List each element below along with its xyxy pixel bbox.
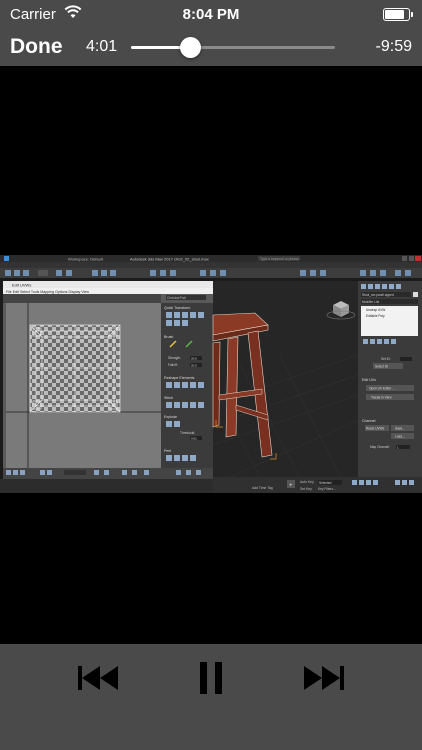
uv-editor-menu: File Edit Select Tools Mapping Options D… bbox=[6, 290, 89, 294]
set-id-label: Set ID: bbox=[381, 357, 391, 361]
search-box: Type a keyword or phrase bbox=[260, 257, 299, 261]
selected-dropdown: Selected bbox=[319, 481, 332, 485]
open-uv-editor-button: Open UV Editor ... bbox=[369, 387, 395, 391]
stack-unwrap: Unwrap UVW bbox=[366, 308, 385, 312]
svg-text:+: + bbox=[289, 483, 293, 489]
section-reshape: Reshape Elements bbox=[164, 376, 195, 380]
elapsed-time: 4:01 bbox=[86, 38, 118, 55]
done-button[interactable]: Done bbox=[10, 35, 63, 59]
next-track-button[interactable] bbox=[292, 658, 352, 698]
add-time-tag: Add Time Tag bbox=[252, 486, 273, 490]
status-time: 8:04 PM bbox=[182, 6, 240, 23]
player-controls bbox=[0, 644, 422, 750]
falloff-value: 20.0 bbox=[191, 363, 197, 367]
strength-value: 20.0 bbox=[191, 356, 197, 360]
next-track-icon bbox=[304, 666, 344, 690]
scrubber-track[interactable] bbox=[131, 37, 335, 58]
threshold-label: Threshold: bbox=[180, 431, 195, 435]
scrubber-thumb[interactable] bbox=[180, 37, 202, 58]
tweak-in-view-button: Tweak In View bbox=[371, 396, 392, 400]
video-frame: Workspace: Default Autodesk 3ds Max 2017… bbox=[0, 255, 422, 493]
modifier-list-dropdown: Modifier List bbox=[362, 300, 379, 304]
section-quick-transform: Quick Transform bbox=[164, 306, 190, 310]
pause-button[interactable] bbox=[181, 658, 241, 698]
video-frame-content: Workspace: Default Autodesk 3ds Max 2017… bbox=[0, 255, 422, 493]
battery-icon bbox=[383, 8, 413, 21]
save-uvs-button: Save... bbox=[395, 427, 405, 431]
edit-uvs-section: Edit UVs bbox=[362, 378, 376, 382]
section-stitch: Stitch bbox=[164, 396, 173, 400]
load-uvs-button: Load... bbox=[395, 435, 405, 439]
section-brush: Brush bbox=[164, 335, 173, 339]
strength-label: Strength: bbox=[168, 356, 181, 360]
threshold-value: 0.01 bbox=[191, 436, 197, 440]
remaining-time: -9:59 bbox=[375, 38, 412, 55]
previous-track-button[interactable] bbox=[70, 658, 130, 698]
uv-editor-title: Edit UVWs bbox=[12, 283, 31, 288]
auto-key-button: Auto Key bbox=[300, 480, 314, 484]
reset-uvws-button: Reset UVWs bbox=[366, 427, 385, 431]
player-top-bar: Done 4:01 -9:59 bbox=[0, 30, 422, 66]
object-name-field: Stool_sm.panel.apped bbox=[362, 293, 394, 297]
map-channel-label: Map Channel: bbox=[370, 445, 390, 449]
pause-icon bbox=[200, 662, 222, 694]
max-window-title: Autodesk 3ds Max 2017 ch02_02_stool.max bbox=[130, 257, 209, 262]
status-bar: Carrier 8:04 PM bbox=[0, 0, 422, 30]
previous-track-icon bbox=[78, 666, 118, 690]
stack-editable-poly: Editable Poly bbox=[366, 314, 385, 318]
section-explode: Explode bbox=[164, 415, 177, 419]
select-id-button: Select ID bbox=[375, 365, 389, 369]
checker-label: CheckerPatt bbox=[167, 296, 186, 300]
falloff-label: Falloff: bbox=[168, 363, 178, 367]
set-key-button: Set Key bbox=[300, 487, 312, 491]
workspace-label: Workspace: Default bbox=[68, 257, 104, 262]
key-filters-button: Key Filters... bbox=[318, 487, 336, 491]
channel-section: Channel bbox=[362, 419, 376, 423]
section-peel: Peel bbox=[164, 449, 171, 453]
video-area[interactable]: Workspace: Default Autodesk 3ds Max 2017… bbox=[0, 66, 422, 644]
